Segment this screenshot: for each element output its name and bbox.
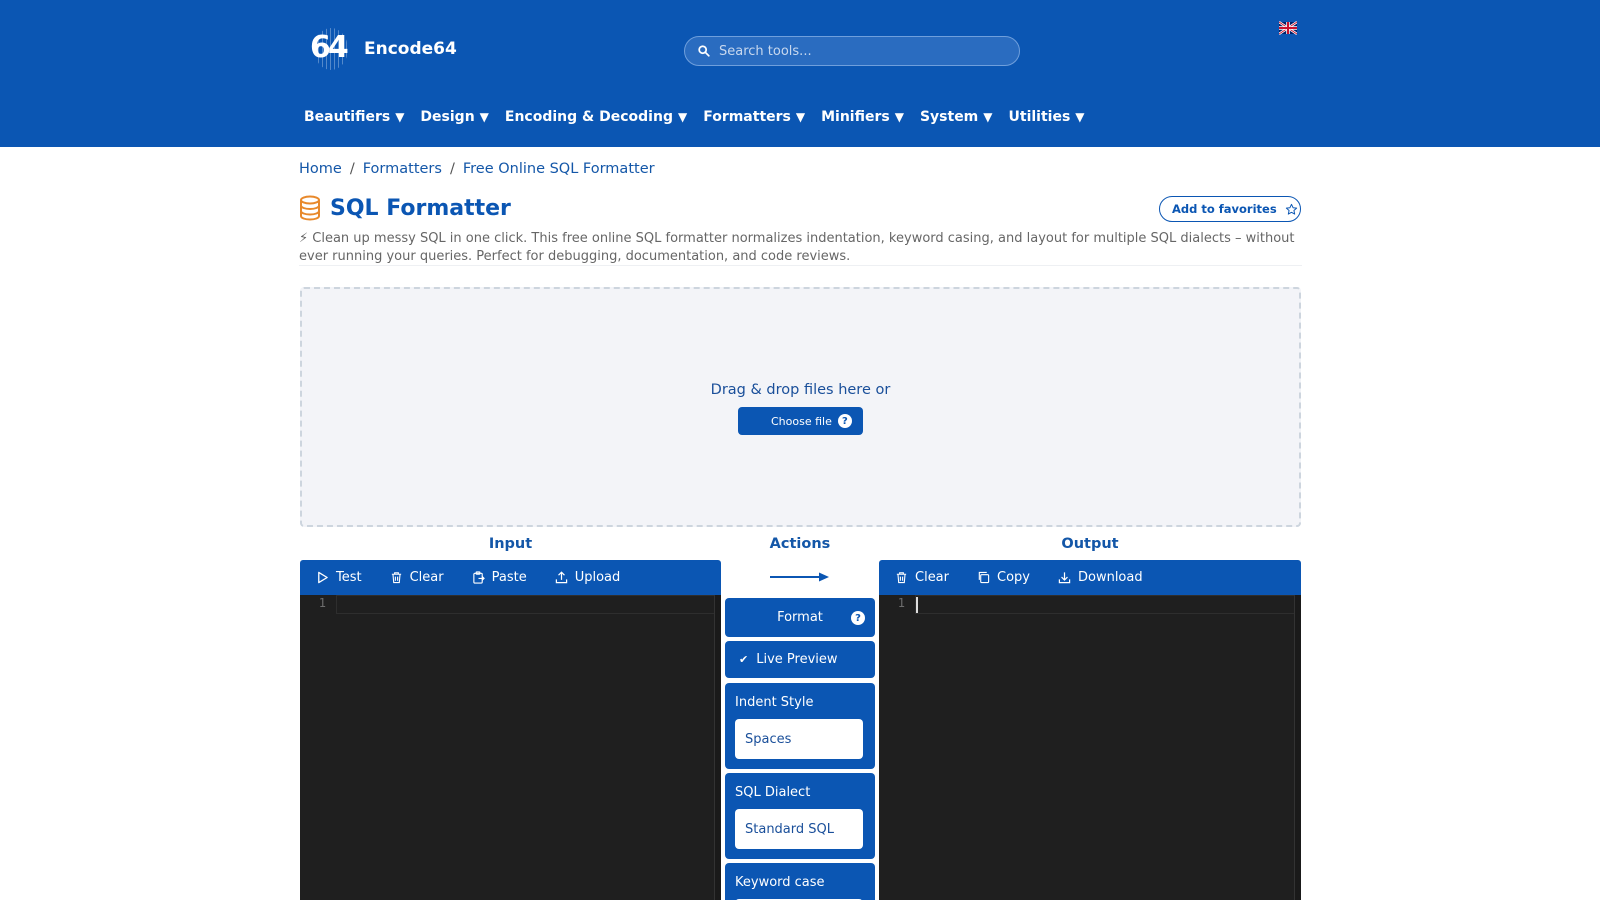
output-clear-button[interactable]: Clear [895, 570, 949, 585]
search-box[interactable] [684, 36, 1020, 66]
keyword-case-card: Keyword case [725, 863, 875, 900]
indent-style-card: Indent Style Spaces [725, 683, 875, 769]
favorites-label: Add to favorites [1172, 202, 1277, 216]
site-header: 64 Encode64 Beautifiers▼ Design▼ Encodin… [0, 0, 1600, 147]
download-label: Download [1077, 570, 1143, 585]
caret-down-icon: ▼ [677, 110, 688, 124]
page-title: SQL Formatter [330, 195, 511, 221]
actions-label: Actions [769, 536, 831, 552]
logo-icon: 64 [310, 26, 350, 72]
test-label: Test [336, 570, 362, 585]
breadcrumb-home[interactable]: Home [299, 161, 342, 177]
dropzone-text: Drag & drop files here or [710, 382, 891, 398]
output-label: Output [1061, 536, 1119, 552]
choose-file-label: Choose file [771, 414, 832, 428]
line-gutter: 1 [879, 595, 915, 900]
divider [299, 265, 1302, 266]
output-editor[interactable]: 1 [879, 595, 1301, 900]
site-name: Encode64 [364, 39, 457, 59]
clear-label: Clear [915, 570, 949, 585]
copy-icon [978, 571, 990, 584]
trash-icon [896, 572, 907, 584]
keyword-case-label: Keyword case [735, 875, 825, 890]
star-icon [1285, 203, 1297, 215]
live-preview-toggle[interactable]: ✔ Live Preview [725, 641, 875, 678]
indent-style-label: Indent Style [735, 695, 814, 710]
nav-minifiers[interactable]: Minifiers ▼ [821, 109, 904, 125]
breadcrumb-formatters[interactable]: Formatters [363, 161, 442, 177]
sql-dialect-card: SQL Dialect Standard SQL [725, 773, 875, 859]
help-icon[interactable]: ? [837, 414, 852, 428]
editor-scrollbar[interactable] [714, 595, 721, 900]
sql-dialect-label: SQL Dialect [735, 785, 811, 800]
input-clear-button[interactable]: Clear [390, 570, 444, 585]
choose-file-button[interactable]: Choose file ? [738, 407, 863, 435]
download-icon [1058, 572, 1071, 584]
breadcrumb-current[interactable]: Free Online SQL Formatter [463, 161, 655, 177]
line-number: 1 [897, 596, 905, 610]
line-gutter: 1 [300, 595, 336, 900]
format-button[interactable]: Format ? [725, 598, 875, 637]
sql-dialect-value: Standard SQL [745, 821, 835, 837]
paste-icon [472, 571, 485, 584]
uk-flag-icon[interactable] [1279, 21, 1297, 35]
caret-down-icon: ▼ [983, 110, 993, 124]
input-toolbar: Test Clear Paste Upload [300, 560, 721, 595]
site-logo[interactable]: 64 Encode64 [310, 26, 457, 72]
database-icon [300, 195, 320, 221]
upload-label: Upload [574, 570, 621, 585]
caret-down-icon: ▼ [894, 110, 904, 124]
active-line-highlight [336, 595, 715, 614]
play-icon [318, 571, 328, 584]
indent-style-select[interactable]: Spaces [735, 719, 863, 759]
copy-button[interactable]: Copy [977, 570, 1030, 585]
output-toolbar: Clear Copy Download [879, 560, 1301, 595]
format-label: Format [777, 610, 823, 625]
indent-style-value: Spaces [745, 731, 792, 747]
page-description: ⚡ Clean up messy SQL in one click. This … [299, 231, 1295, 264]
active-line-highlight [915, 595, 1295, 614]
breadcrumb-separator: / [449, 161, 455, 177]
copy-label: Copy [997, 570, 1030, 585]
input-editor[interactable]: 1 [300, 595, 721, 900]
paste-label: Paste [491, 570, 527, 585]
breadcrumb-separator: / [349, 161, 355, 177]
nav-system[interactable]: System ▼ [920, 109, 993, 125]
input-label: Input [488, 536, 533, 552]
upload-button[interactable]: Upload [555, 570, 621, 585]
upload-icon [555, 571, 567, 584]
file-dropzone[interactable]: Drag & drop files here or Choose file ? [300, 287, 1301, 527]
nav-formatters[interactable]: Formatters ▼ [703, 109, 805, 125]
download-button[interactable]: Download [1058, 570, 1143, 585]
search-icon [698, 45, 710, 57]
arrow-right-icon [770, 572, 829, 582]
test-button[interactable]: Test [316, 570, 362, 585]
check-icon: ✔ [739, 653, 749, 666]
nav-utilities[interactable]: Utilities ▼ [1009, 109, 1085, 125]
text-cursor [916, 597, 918, 613]
search-input[interactable] [719, 43, 1009, 59]
add-to-favorites-button[interactable]: Add to favorites [1159, 196, 1301, 222]
help-icon[interactable]: ? [851, 611, 865, 625]
paste-button[interactable]: Paste [472, 570, 527, 585]
editor-scrollbar[interactable] [1294, 595, 1301, 900]
nav-design[interactable]: Design ▼ [420, 109, 488, 125]
caret-down-icon: ▼ [479, 110, 489, 124]
caret-down-icon: ▼ [795, 110, 806, 124]
title-row: SQL Formatter [299, 195, 511, 221]
caret-down-icon: ▼ [395, 110, 405, 124]
clear-label: Clear [409, 570, 444, 585]
trash-icon [391, 572, 401, 584]
live-preview-label: Live Preview [756, 652, 838, 667]
breadcrumb: Home / Formatters / Free Online SQL Form… [299, 161, 655, 177]
nav-encoding-decoding[interactable]: Encoding & Decoding ▼ [505, 109, 687, 125]
line-number: 1 [318, 596, 326, 610]
sql-dialect-select[interactable]: Standard SQL [735, 809, 863, 849]
nav-beautifiers[interactable]: Beautifiers ▼ [304, 109, 404, 125]
main-nav: Beautifiers ▼ Design ▼ Encoding & Decoding… [304, 109, 1101, 125]
caret-down-icon: ▼ [1075, 110, 1085, 124]
